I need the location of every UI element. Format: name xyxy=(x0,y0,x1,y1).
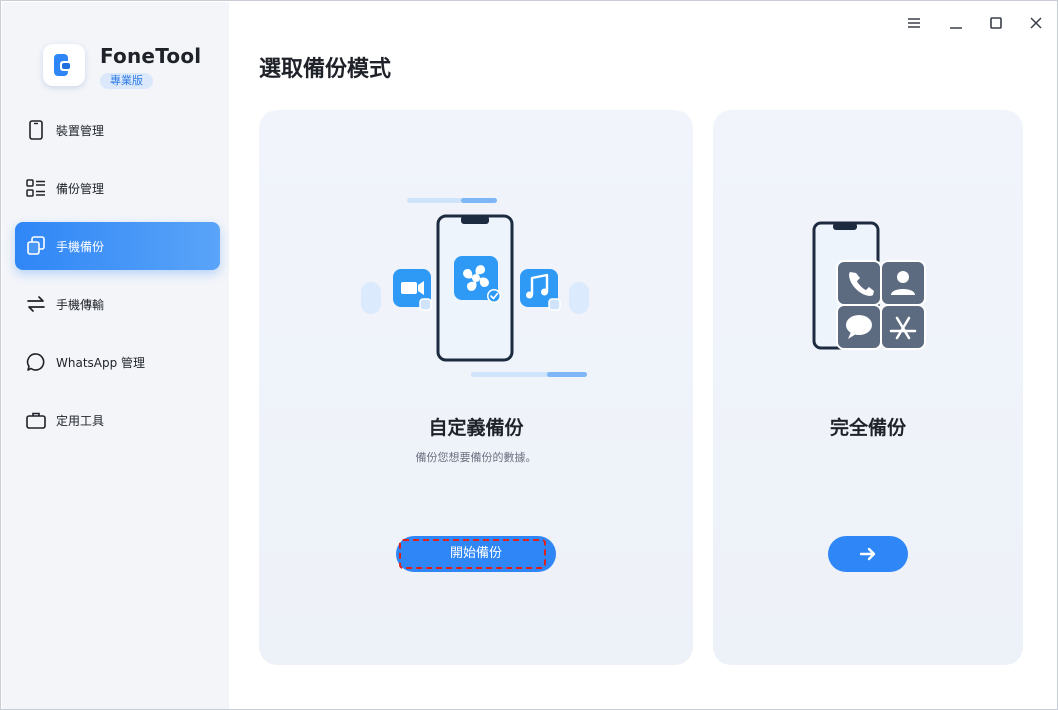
sidebar-item-label: 定用工具 xyxy=(56,413,105,428)
transfer-arrows-icon xyxy=(26,294,46,314)
full-backup-illustration xyxy=(812,221,926,350)
edition-badge: 專業版 xyxy=(100,73,153,89)
app-logo xyxy=(43,44,85,86)
sidebar-item-label: 裝置管理 xyxy=(56,123,105,138)
full-backup-next-button[interactable] xyxy=(828,536,908,572)
custom-backup-description: 備份您想要備份的數據。 xyxy=(415,451,537,464)
list-icon xyxy=(26,178,46,198)
sidebar-item-backup-management[interactable]: 備份管理 xyxy=(15,164,220,212)
briefcase-icon xyxy=(26,410,46,430)
maximize-icon[interactable] xyxy=(984,11,1008,35)
sidebar-item-label: 備份管理 xyxy=(56,181,105,196)
sidebar-item-whatsapp-management[interactable]: WhatsApp 管理 xyxy=(15,338,220,386)
sidebar-item-device-management[interactable]: 裝置管理 xyxy=(15,106,220,154)
app-window: FoneTool 專業版 裝置管理 備份管理 手機備份 手機傳輸 WhatsAp… xyxy=(0,0,1058,710)
custom-backup-title: 自定義備份 xyxy=(428,417,524,439)
close-icon[interactable] xyxy=(1024,11,1048,35)
minimize-icon[interactable] xyxy=(944,11,968,35)
custom-backup-card[interactable]: 自定義備份 備份您想要備份的數據。 開始備份 xyxy=(259,110,693,665)
sidebar-item-utilities[interactable]: 定用工具 xyxy=(15,396,220,444)
sidebar-item-phone-backup[interactable]: 手機備份 xyxy=(15,222,220,270)
start-backup-button[interactable]: 開始備份 xyxy=(396,536,556,572)
start-backup-label: 開始備份 xyxy=(449,546,502,561)
sidebar-item-label: 手機備份 xyxy=(56,239,105,254)
arrow-right-icon xyxy=(859,547,876,561)
app-name: FoneTool xyxy=(100,44,202,68)
full-backup-title: 完全備份 xyxy=(829,417,906,439)
sidebar-item-label: 手機傳輸 xyxy=(56,297,105,312)
menu-icon[interactable] xyxy=(902,11,926,35)
sidebar-item-label: WhatsApp 管理 xyxy=(56,355,146,370)
page-title: 選取備份模式 xyxy=(259,57,392,82)
sidebar: FoneTool 專業版 裝置管理 備份管理 手機備份 手機傳輸 WhatsAp… xyxy=(2,2,229,709)
sidebar-nav: 裝置管理 備份管理 手機備份 手機傳輸 WhatsApp 管理 定用工具 xyxy=(15,106,220,454)
fonetool-logo-icon xyxy=(54,54,72,76)
phone-icon xyxy=(26,120,46,140)
copy-icon xyxy=(26,236,46,256)
sidebar-item-phone-transfer[interactable]: 手機傳輸 xyxy=(15,280,220,328)
full-backup-card[interactable]: 完全備份 xyxy=(713,110,1023,665)
custom-backup-illustration xyxy=(361,198,589,377)
chat-bubble-icon xyxy=(26,352,46,372)
